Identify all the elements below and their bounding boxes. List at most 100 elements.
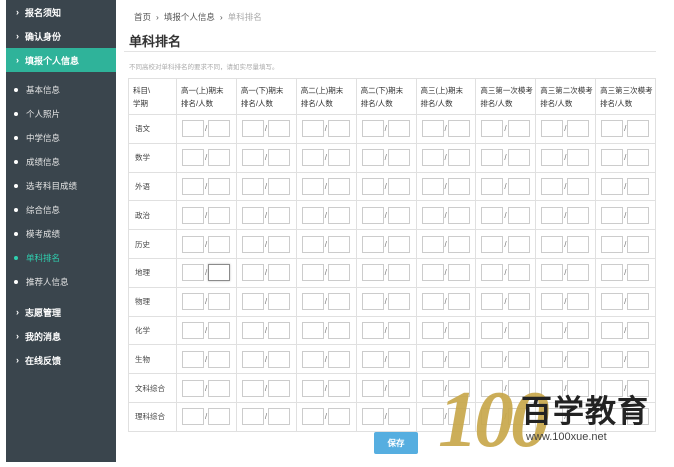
breadcrumb-parent-link[interactable]: 填报个人信息 bbox=[164, 11, 215, 23]
total-count-input[interactable] bbox=[208, 149, 231, 167]
total-count-input[interactable] bbox=[507, 321, 530, 339]
rank-input[interactable] bbox=[301, 293, 324, 311]
rank-input[interactable] bbox=[421, 235, 444, 253]
rank-input[interactable] bbox=[301, 350, 324, 368]
rank-input[interactable] bbox=[241, 321, 264, 339]
total-count-input[interactable] bbox=[268, 408, 291, 426]
total-count-input[interactable] bbox=[627, 206, 650, 224]
total-count-input[interactable] bbox=[627, 235, 650, 253]
rank-input[interactable] bbox=[241, 120, 264, 138]
rank-input[interactable] bbox=[301, 235, 324, 253]
total-count-input[interactable] bbox=[327, 206, 350, 224]
sidebar-section-personal-info[interactable]: › 填报个人信息 bbox=[6, 48, 116, 72]
sidebar-section-online-feedback[interactable]: › 在线反馈 bbox=[6, 348, 116, 372]
rank-input[interactable] bbox=[241, 149, 264, 167]
rank-input[interactable] bbox=[541, 235, 564, 253]
total-count-input[interactable] bbox=[268, 379, 291, 397]
total-count-input[interactable] bbox=[387, 408, 410, 426]
rank-input[interactable] bbox=[541, 293, 564, 311]
rank-input[interactable] bbox=[541, 350, 564, 368]
total-count-input[interactable] bbox=[208, 379, 231, 397]
sidebar-section-registration-notice[interactable]: › 报名须知 bbox=[6, 0, 116, 24]
total-count-input[interactable] bbox=[387, 235, 410, 253]
total-count-input[interactable] bbox=[507, 235, 530, 253]
rank-input[interactable] bbox=[481, 177, 504, 195]
total-count-input[interactable] bbox=[387, 293, 410, 311]
total-count-input[interactable] bbox=[567, 206, 590, 224]
total-count-input[interactable] bbox=[387, 350, 410, 368]
total-count-input[interactable] bbox=[507, 149, 530, 167]
sidebar-item-mock-exam-scores[interactable]: 模考成绩 bbox=[6, 222, 116, 246]
sidebar-item-subject-ranking[interactable]: 单科排名 bbox=[6, 246, 116, 270]
total-count-input[interactable] bbox=[327, 321, 350, 339]
rank-input[interactable] bbox=[481, 235, 504, 253]
rank-input[interactable] bbox=[421, 293, 444, 311]
rank-input[interactable] bbox=[601, 149, 624, 167]
rank-input[interactable] bbox=[421, 120, 444, 138]
total-count-input[interactable] bbox=[627, 149, 650, 167]
rank-input[interactable] bbox=[182, 264, 204, 282]
rank-input[interactable] bbox=[301, 321, 324, 339]
rank-input[interactable] bbox=[361, 120, 384, 138]
total-count-input[interactable] bbox=[627, 177, 650, 195]
rank-input[interactable] bbox=[601, 206, 624, 224]
total-count-input[interactable] bbox=[567, 177, 590, 195]
total-count-input[interactable] bbox=[268, 206, 291, 224]
rank-input[interactable] bbox=[541, 120, 564, 138]
total-count-input[interactable] bbox=[627, 120, 650, 138]
total-count-input[interactable] bbox=[567, 350, 590, 368]
sidebar-section-confirm-identity[interactable]: › 确认身份 bbox=[6, 24, 116, 48]
total-count-input[interactable] bbox=[567, 293, 590, 311]
rank-input[interactable] bbox=[361, 350, 384, 368]
rank-input[interactable] bbox=[601, 120, 624, 138]
total-count-input[interactable] bbox=[327, 177, 350, 195]
total-count-input[interactable] bbox=[208, 350, 231, 368]
sidebar-item-basic-info[interactable]: 基本信息 bbox=[6, 78, 116, 102]
total-count-input[interactable] bbox=[387, 149, 410, 167]
total-count-input[interactable] bbox=[208, 120, 231, 138]
total-count-input[interactable] bbox=[387, 206, 410, 224]
rank-input[interactable] bbox=[541, 264, 564, 282]
total-count-input[interactable] bbox=[327, 120, 350, 138]
total-count-input[interactable] bbox=[387, 321, 410, 339]
total-count-input[interactable] bbox=[447, 206, 470, 224]
total-count-input[interactable] bbox=[327, 350, 350, 368]
rank-input[interactable] bbox=[301, 149, 324, 167]
rank-input[interactable] bbox=[541, 149, 564, 167]
total-count-input[interactable] bbox=[327, 149, 350, 167]
total-count-input[interactable] bbox=[567, 264, 590, 282]
rank-input[interactable] bbox=[541, 321, 564, 339]
total-count-input[interactable] bbox=[208, 206, 231, 224]
total-count-input[interactable] bbox=[327, 379, 350, 397]
total-count-input[interactable] bbox=[327, 235, 350, 253]
rank-input[interactable] bbox=[361, 293, 384, 311]
rank-input[interactable] bbox=[421, 149, 444, 167]
rank-input[interactable] bbox=[601, 350, 624, 368]
total-count-input[interactable] bbox=[507, 264, 530, 282]
sidebar-section-my-messages[interactable]: › 我的消息 bbox=[6, 324, 116, 348]
rank-input[interactable] bbox=[241, 206, 264, 224]
rank-input[interactable] bbox=[301, 264, 324, 282]
total-count-input[interactable] bbox=[447, 235, 470, 253]
rank-input[interactable] bbox=[421, 264, 444, 282]
total-count-input[interactable] bbox=[268, 293, 291, 311]
rank-input[interactable] bbox=[182, 321, 204, 339]
rank-input[interactable] bbox=[301, 408, 324, 426]
rank-input[interactable] bbox=[182, 293, 204, 311]
total-count-input[interactable] bbox=[208, 235, 231, 253]
rank-input[interactable] bbox=[601, 293, 624, 311]
rank-input[interactable] bbox=[361, 235, 384, 253]
total-count-input[interactable] bbox=[268, 120, 291, 138]
total-count-input[interactable] bbox=[507, 120, 530, 138]
total-count-input[interactable] bbox=[208, 177, 231, 195]
total-count-input[interactable] bbox=[567, 149, 590, 167]
sidebar-item-elective-grades[interactable]: 选考科目成绩 bbox=[6, 174, 116, 198]
rank-input[interactable] bbox=[182, 235, 204, 253]
total-count-input[interactable] bbox=[627, 321, 650, 339]
total-count-input[interactable] bbox=[567, 120, 590, 138]
breadcrumb-home-link[interactable]: 首页 bbox=[134, 11, 151, 23]
total-count-input[interactable] bbox=[447, 120, 470, 138]
rank-input[interactable] bbox=[361, 408, 384, 426]
total-count-input[interactable] bbox=[627, 350, 650, 368]
total-count-input[interactable] bbox=[567, 235, 590, 253]
